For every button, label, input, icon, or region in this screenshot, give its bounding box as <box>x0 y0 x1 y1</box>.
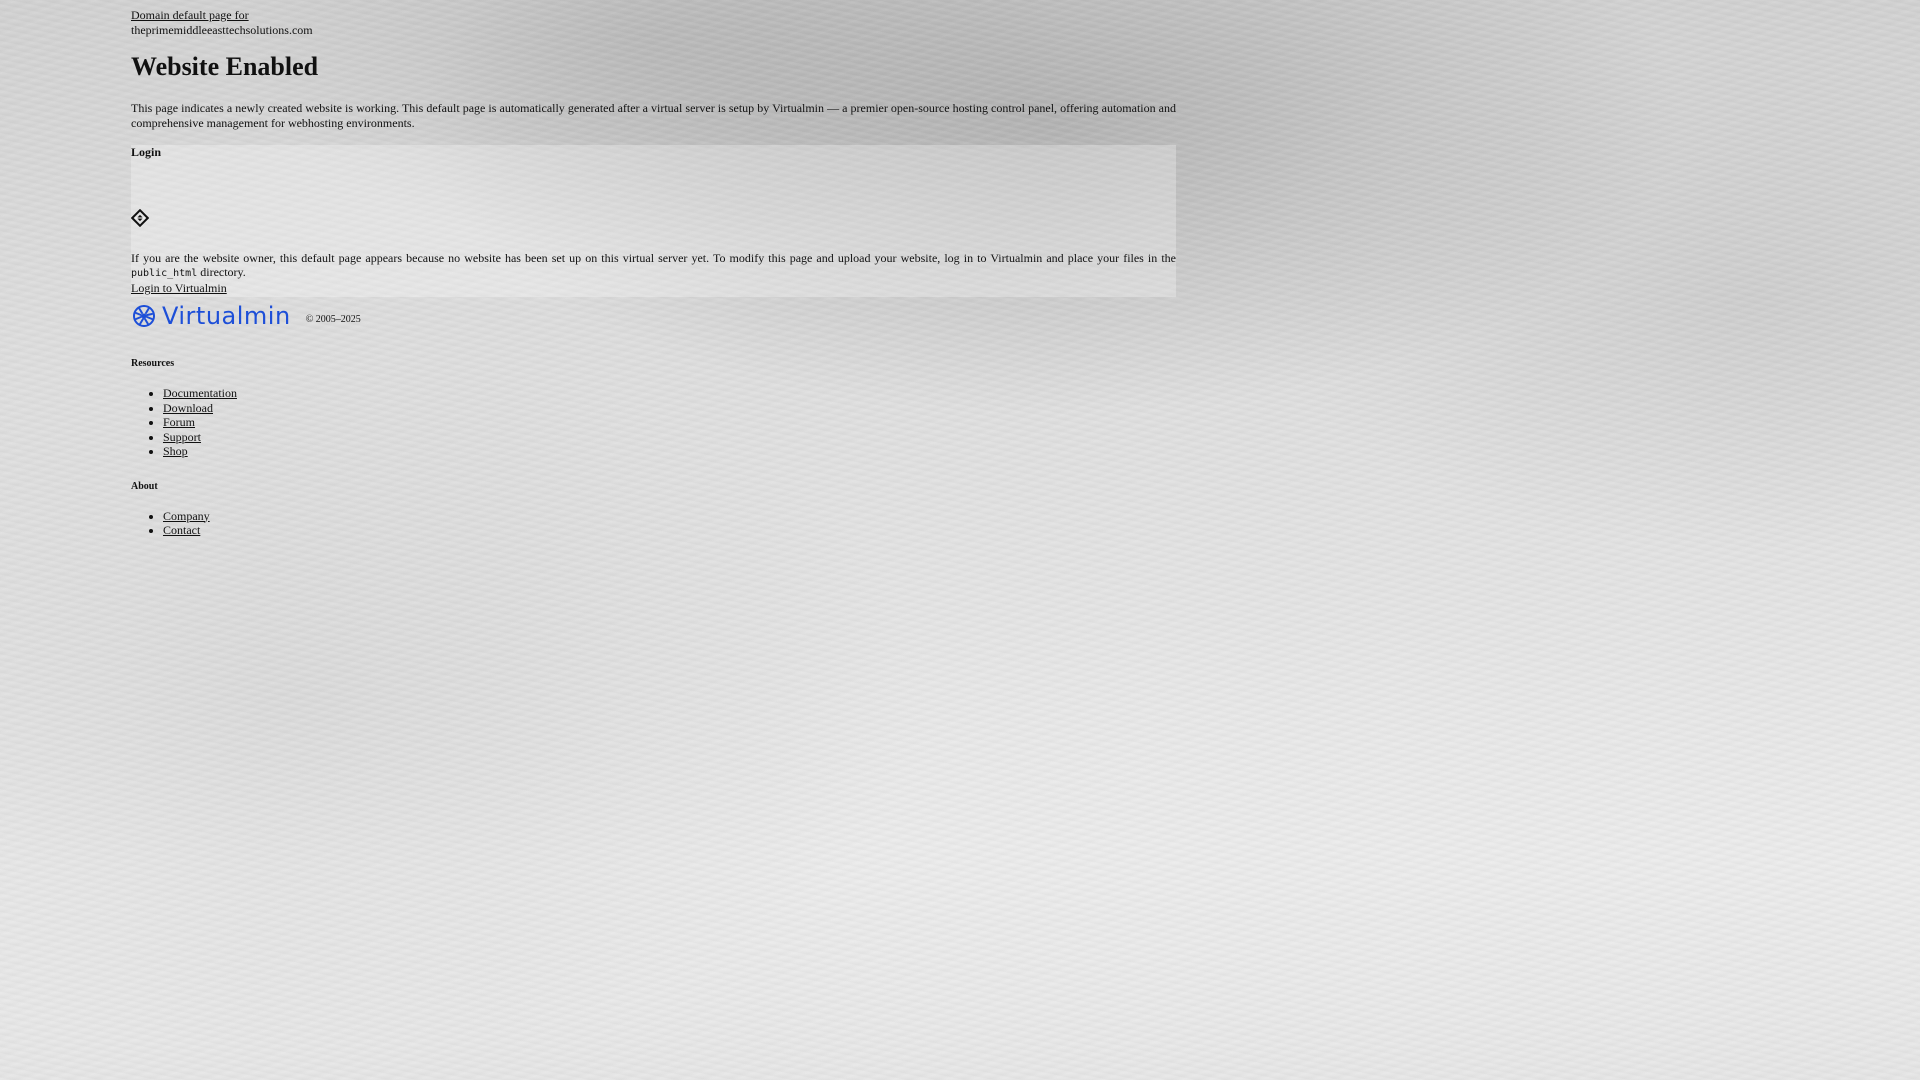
list-item: Shop <box>163 444 1176 459</box>
contact-link[interactable]: Contact <box>163 523 200 537</box>
resources-list: Documentation Download Forum Support Sho… <box>131 386 1176 459</box>
diamond-icon <box>131 209 149 227</box>
list-item: Support <box>163 430 1176 445</box>
resources-heading: Resources <box>131 358 175 369</box>
brand-name: Virtualmin <box>162 302 291 330</box>
login-text-after: directory. <box>200 265 246 279</box>
documentation-link[interactable]: Documentation <box>163 386 237 400</box>
company-link[interactable]: Company <box>163 509 210 523</box>
page-content: Domain default page for theprimemiddleea… <box>131 8 1176 538</box>
copyright-notice: © 2005–2025 <box>305 314 361 325</box>
list-item: Contact <box>163 523 1176 538</box>
public-html-code: public_html <box>131 268 198 279</box>
domain-name: theprimemiddleeasttechsolutions.com <box>131 23 313 37</box>
login-heading: Login <box>131 145 162 159</box>
login-panel: If you are the website owner, this defau… <box>131 145 1176 297</box>
page-title: Website Enabled <box>131 52 319 81</box>
login-text-before: If you are the website owner, this defau… <box>131 251 1176 265</box>
virtualmin-swirl-icon <box>133 305 155 327</box>
download-link[interactable]: Download <box>163 401 213 415</box>
brand-row: Virtualmin © 2005–2025 <box>131 297 1176 329</box>
domain-label-link[interactable]: Domain default page for <box>131 8 1176 22</box>
login-instructions: If you are the website owner, this defau… <box>131 251 1176 281</box>
login-to-virtualmin-link[interactable]: Login to Virtualmin <box>131 281 227 295</box>
shop-link[interactable]: Shop <box>163 444 188 458</box>
about-list: Company Contact <box>131 509 1176 538</box>
about-heading: About <box>131 480 158 492</box>
virtualmin-logo[interactable]: Virtualmin <box>131 303 291 329</box>
list-item: Company <box>163 509 1176 524</box>
intro-paragraph: This page indicates a newly created webs… <box>131 101 1176 130</box>
list-item: Documentation <box>163 386 1176 401</box>
list-item: Download <box>163 401 1176 416</box>
list-item: Forum <box>163 415 1176 430</box>
support-link[interactable]: Support <box>163 430 201 444</box>
forum-link[interactable]: Forum <box>163 415 195 429</box>
